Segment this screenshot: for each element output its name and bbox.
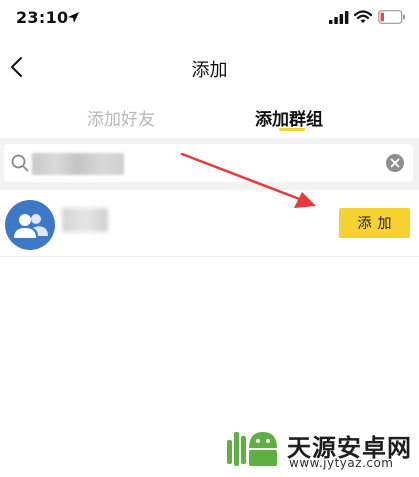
battery-low-icon [378, 10, 405, 24]
page-title: 添加 [191, 60, 228, 81]
status-bar: 23:10 [0, 0, 419, 36]
search-query-text [32, 153, 124, 175]
watermark: 天源安卓网 www.jytyaz.com [225, 426, 415, 474]
list-item: 添加 [0, 192, 419, 257]
navigation-bar: 添加 [0, 42, 419, 92]
group-avatar-icon [5, 200, 55, 250]
android-logo-icon [227, 432, 277, 466]
group-name [62, 208, 108, 232]
tab-add-group[interactable]: 添加群组 [255, 105, 323, 130]
location-arrow-icon [68, 12, 79, 23]
search-icon [11, 154, 29, 172]
add-button[interactable]: 添加 [339, 208, 410, 238]
active-tab-indicator [279, 128, 305, 131]
tab-add-friend[interactable]: 添加好友 [87, 105, 155, 130]
cellular-signal-icon [329, 11, 349, 24]
search-section [0, 138, 419, 190]
tab-bar: 添加好友 添加群组 [0, 100, 419, 136]
watermark-url: www.jytyaz.com [289, 456, 394, 470]
status-time: 23:10 [16, 8, 69, 27]
clear-circle-icon[interactable] [385, 153, 405, 173]
wifi-icon [354, 10, 372, 23]
search-input[interactable] [4, 144, 413, 182]
